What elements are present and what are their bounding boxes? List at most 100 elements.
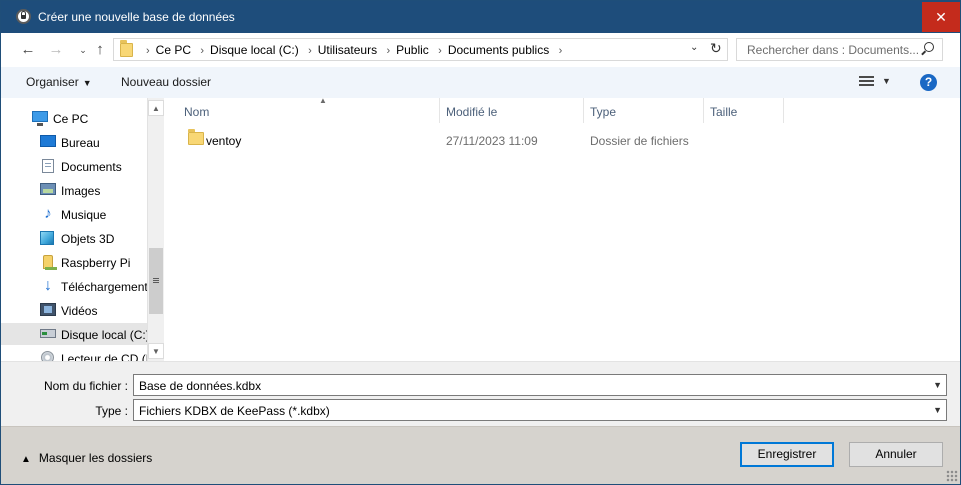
- close-button[interactable]: ✕: [922, 2, 960, 32]
- column-header-label: Nom: [184, 105, 210, 119]
- hide-folders-label: Masquer les dossiers: [38, 451, 153, 465]
- window-title: Créer une nouvelle base de données: [38, 10, 235, 24]
- sidebar-item-label: Objets 3D: [61, 232, 115, 246]
- column-header-size[interactable]: Taille: [704, 98, 784, 123]
- resize-grip-icon[interactable]: [946, 470, 958, 482]
- videos-icon: [40, 303, 56, 316]
- scrollbar-thumb[interactable]: [149, 248, 163, 314]
- cd-drive-icon: [41, 351, 54, 361]
- sidebar-item-label: Documents: [61, 160, 122, 174]
- file-list: Nom ▲ Modifié le Type Taille ventoy 27/1…: [164, 96, 960, 361]
- sidebar-item-musique[interactable]: ♪ Musique: [1, 203, 147, 225]
- keepass-lock-icon: [16, 9, 31, 24]
- breadcrumb-separator-icon[interactable]: ›: [308, 45, 312, 57]
- raspberry-pi-icon: [43, 255, 57, 270]
- sidebar-item-lecteur-cd[interactable]: Lecteur de CD (D: [1, 347, 154, 361]
- sidebar-item-label: Vidéos: [61, 304, 98, 318]
- chevron-down-icon[interactable]: ▼: [933, 405, 942, 415]
- downloads-icon: ↓: [44, 277, 52, 294]
- sort-ascending-icon: ▲: [319, 96, 327, 105]
- sidebar-item-label: Images: [61, 184, 101, 198]
- navigation-pane: Ce PC Bureau Documents Images ♪ Musique …: [1, 98, 164, 361]
- file-modified: 27/11/2023 11:09: [446, 134, 538, 148]
- address-bar[interactable]: › Ce PC › Disque local (C:) › Utilisateurs …: [113, 38, 728, 61]
- breadcrumb-item[interactable]: Ce PC: [156, 43, 191, 57]
- filename-field[interactable]: Base de données.kdbx ▼: [133, 374, 947, 396]
- breadcrumb-item[interactable]: Disque local (C:): [210, 43, 299, 57]
- up-arrow-icon[interactable]: ↑: [90, 41, 110, 59]
- search-input[interactable]: Rechercher dans : Documents...: [747, 43, 919, 57]
- music-icon: ♪: [44, 205, 52, 222]
- sidebar-item-disque-local[interactable]: Disque local (C:): [1, 323, 150, 345]
- organize-button[interactable]: Organiser ▼: [26, 75, 92, 89]
- title-bar: Créer une nouvelle base de données ✕: [1, 1, 960, 33]
- objects-3d-icon: [40, 231, 54, 245]
- column-header-type[interactable]: Type: [584, 98, 704, 123]
- table-row[interactable]: ventoy 27/11/2023 11:09 Dossier de fichi…: [180, 128, 780, 150]
- caret-down-icon[interactable]: ▼: [882, 76, 891, 86]
- folder-icon: [120, 40, 133, 57]
- sidebar-item-objets-3d[interactable]: Objets 3D: [1, 227, 147, 249]
- sidebar-item-telechargements[interactable]: ↓ Téléchargements: [1, 275, 154, 297]
- filetype-select[interactable]: Fichiers KDBX de KeePass (*.kdbx) ▼: [133, 399, 947, 421]
- address-dropdown-chevron-icon[interactable]: ⌄: [690, 42, 698, 53]
- filetype-label: Type :: [95, 404, 128, 418]
- sidebar-item-label: Raspberry Pi: [61, 256, 131, 270]
- sidebar-item-label: Ce PC: [53, 112, 89, 126]
- images-icon: [40, 183, 56, 195]
- search-icon[interactable]: [924, 42, 934, 52]
- sidebar-item-label: Disque local (C:): [61, 328, 150, 342]
- desktop-icon: [40, 135, 56, 147]
- breadcrumb-item[interactable]: Documents publics: [448, 43, 549, 57]
- breadcrumb-item[interactable]: Utilisateurs: [318, 43, 377, 57]
- filename-value[interactable]: Base de données.kdbx: [139, 379, 261, 393]
- organize-label: Organiser: [26, 75, 79, 89]
- sidebar-item-ce-pc[interactable]: Ce PC: [1, 107, 147, 129]
- filename-label: Nom du fichier :: [43, 379, 128, 393]
- sidebar-item-images[interactable]: Images: [1, 179, 147, 201]
- breadcrumb-separator-icon[interactable]: ›: [200, 45, 204, 57]
- save-dialog-window: Créer une nouvelle base de données ✕ ← →…: [0, 0, 961, 485]
- navigation-pane-scrollbar[interactable]: ▲ ▼: [147, 98, 164, 361]
- sidebar-item-label: Lecteur de CD (D: [61, 352, 155, 361]
- chevron-down-icon[interactable]: ▼: [933, 380, 942, 390]
- breadcrumb-separator-icon[interactable]: ›: [438, 45, 442, 57]
- command-toolbar: Organiser ▼ Nouveau dossier ▼ ?: [1, 67, 960, 98]
- view-options-icon[interactable]: [859, 76, 874, 88]
- sidebar-item-label: Musique: [61, 208, 107, 222]
- scroll-down-arrow-icon[interactable]: ▼: [148, 343, 164, 359]
- breadcrumb-separator-icon[interactable]: ›: [559, 45, 563, 57]
- breadcrumb-separator-icon[interactable]: ›: [146, 45, 150, 57]
- column-header-label: Modifié le: [446, 105, 498, 119]
- file-name: ventoy: [206, 134, 242, 148]
- column-header-name[interactable]: Nom ▲: [178, 96, 440, 123]
- new-folder-button[interactable]: Nouveau dossier: [121, 75, 211, 89]
- chevron-up-icon: ▲: [21, 454, 31, 465]
- caret-down-icon: ▼: [82, 78, 92, 88]
- navigation-bar: ← → ⌄ ↑ › Ce PC › Disque local (C:) › Utili…: [1, 33, 960, 67]
- file-type: Dossier de fichiers: [590, 134, 689, 148]
- search-box[interactable]: Rechercher dans : Documents...: [736, 38, 943, 61]
- sidebar-item-raspberry-pi[interactable]: Raspberry Pi: [1, 251, 147, 273]
- folder-icon: [188, 129, 204, 145]
- sidebar-item-documents[interactable]: Documents: [1, 155, 147, 177]
- column-header-label: Taille: [710, 105, 738, 119]
- hide-folders-button[interactable]: ▲ Masquer les dossiers: [21, 451, 152, 465]
- help-icon[interactable]: ?: [920, 74, 937, 91]
- sidebar-item-label: Bureau: [61, 136, 100, 150]
- breadcrumb-separator-icon[interactable]: ›: [386, 45, 390, 57]
- save-button[interactable]: Enregistrer: [740, 442, 834, 467]
- back-arrow-icon[interactable]: ←: [18, 41, 38, 59]
- breadcrumb: › Ce PC › Disque local (C:) › Utilisateurs …: [140, 43, 568, 57]
- forward-arrow-icon[interactable]: →: [46, 41, 66, 59]
- scroll-up-arrow-icon[interactable]: ▲: [148, 100, 164, 116]
- cancel-button[interactable]: Annuler: [849, 442, 943, 467]
- breadcrumb-item[interactable]: Public: [396, 43, 429, 57]
- refresh-icon[interactable]: ↻: [710, 40, 722, 57]
- sidebar-item-videos[interactable]: Vidéos: [1, 299, 147, 321]
- column-header-modified[interactable]: Modifié le: [440, 98, 584, 123]
- sidebar-item-bureau[interactable]: Bureau: [1, 131, 147, 153]
- documents-icon: [42, 159, 54, 173]
- pc-icon: [32, 111, 48, 126]
- sidebar-item-label: Téléchargements: [61, 280, 154, 294]
